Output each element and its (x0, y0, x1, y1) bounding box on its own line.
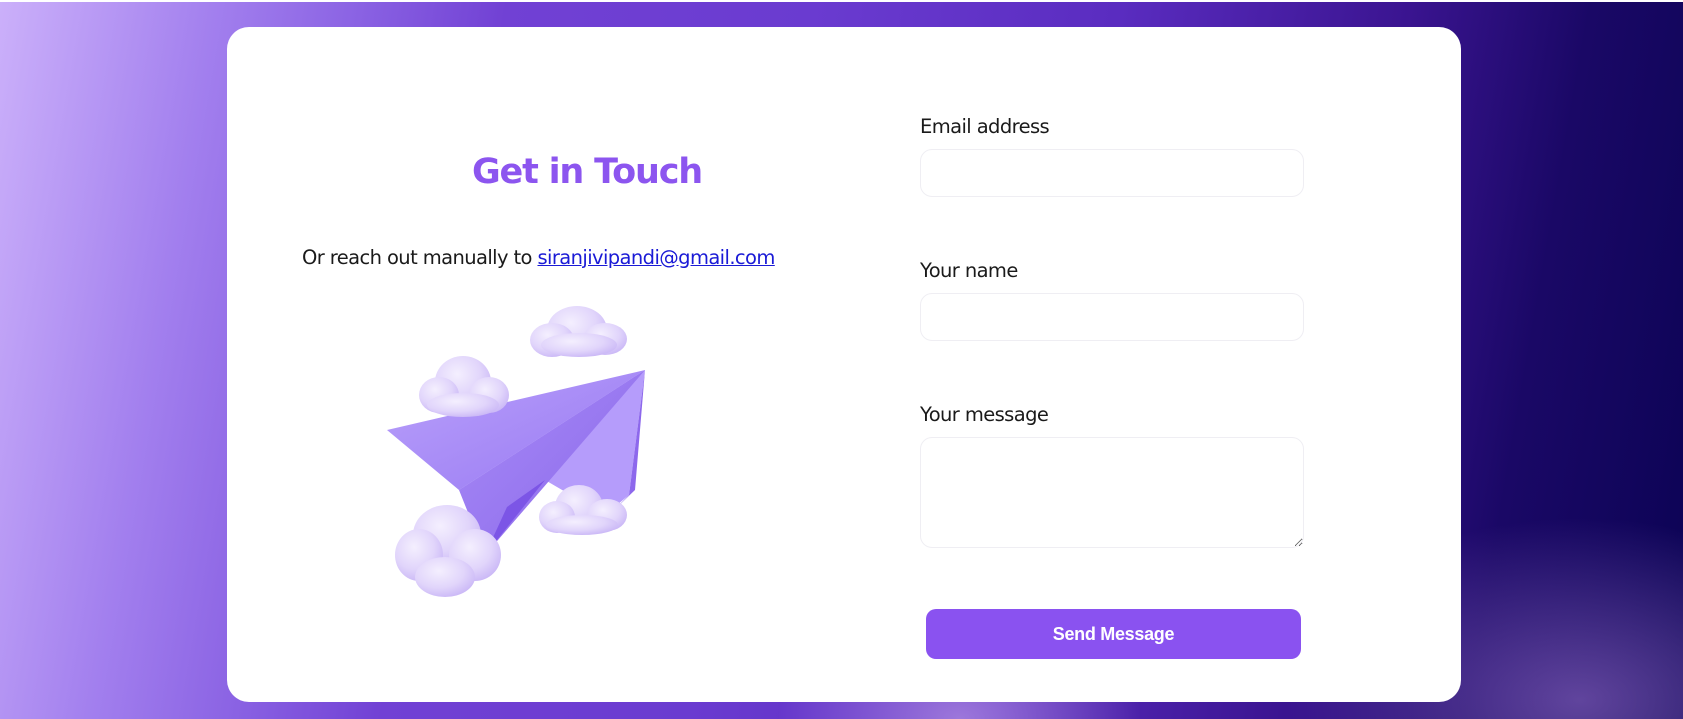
name-label: Your name (920, 259, 1018, 282)
page-title: Get in Touch (472, 152, 703, 192)
top-edge (0, 0, 1683, 2)
name-field[interactable] (920, 293, 1304, 341)
email-label: Email address (920, 115, 1050, 138)
reach-out-text: Or reach out manually to siranjivipandi@… (302, 246, 775, 269)
send-message-button[interactable]: Send Message (926, 609, 1301, 659)
contact-card: Get in Touch Or reach out manually to si… (227, 27, 1461, 702)
reach-out-label: Or reach out manually to (302, 246, 538, 269)
paper-plane-icon (387, 306, 645, 597)
cloud-top (530, 306, 627, 357)
email-link[interactable]: siranjivipandi@gmail.com (537, 246, 775, 269)
cloud-left (419, 356, 509, 417)
message-field[interactable] (920, 437, 1304, 548)
email-field[interactable] (920, 149, 1304, 197)
message-label: Your message (920, 403, 1049, 426)
